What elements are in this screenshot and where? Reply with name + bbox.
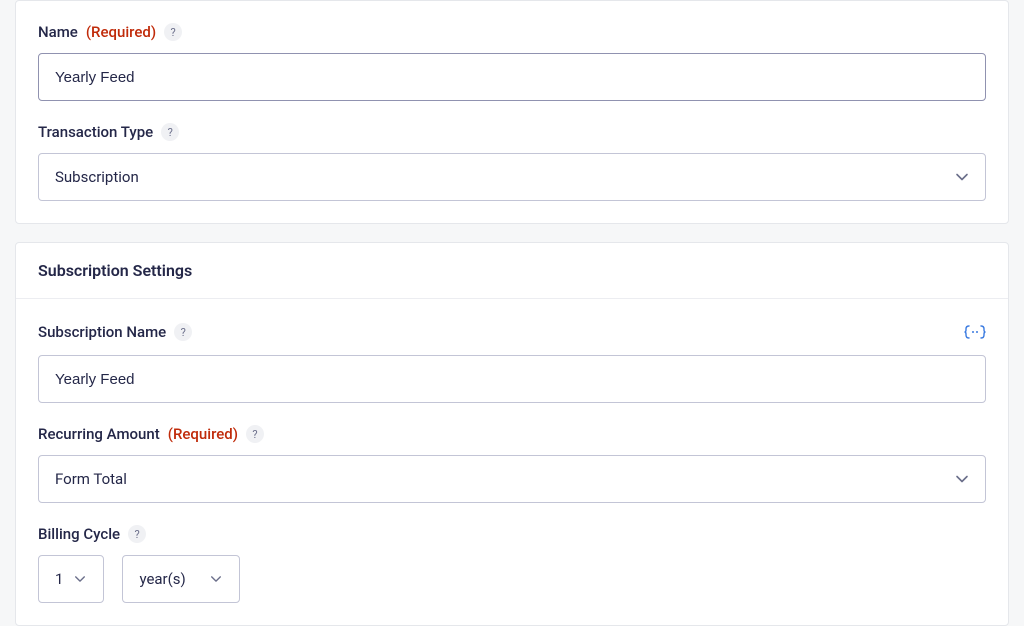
label-row: Name (Required) ? bbox=[38, 23, 986, 41]
help-icon[interactable]: ? bbox=[161, 123, 179, 141]
recurring-amount-label: Recurring Amount bbox=[38, 425, 160, 443]
billing-unit-select[interactable]: year(s) bbox=[122, 555, 240, 603]
chevron-down-icon bbox=[955, 472, 969, 486]
help-icon[interactable]: ? bbox=[128, 525, 146, 543]
recurring-amount-field: Recurring Amount (Required) ? Form Total bbox=[38, 425, 986, 503]
transaction-type-field: Transaction Type ? Subscription bbox=[38, 123, 986, 201]
billing-number-value: 1 bbox=[55, 570, 63, 588]
help-icon[interactable]: ? bbox=[174, 323, 192, 341]
label-left: Billing Cycle ? bbox=[38, 525, 146, 543]
billing-cycle-label: Billing Cycle bbox=[38, 525, 120, 543]
chevron-down-icon bbox=[955, 170, 969, 184]
label-row: Subscription Name ? bbox=[38, 321, 986, 343]
chevron-down-icon bbox=[209, 572, 223, 586]
subscription-name-label: Subscription Name bbox=[38, 323, 166, 341]
label-left: Recurring Amount (Required) ? bbox=[38, 425, 264, 443]
required-label: (Required) bbox=[86, 23, 156, 41]
label-row: Billing Cycle ? bbox=[38, 525, 986, 543]
subscription-settings-heading: Subscription Settings bbox=[38, 261, 192, 280]
chevron-down-icon bbox=[73, 572, 87, 586]
subscription-name-input[interactable] bbox=[38, 355, 986, 403]
label-left: Name (Required) ? bbox=[38, 23, 182, 41]
recurring-amount-select[interactable]: Form Total bbox=[38, 455, 986, 503]
transaction-type-select[interactable]: Subscription bbox=[38, 153, 986, 201]
merge-tags-icon[interactable] bbox=[964, 321, 986, 343]
billing-number-select[interactable]: 1 bbox=[38, 555, 104, 603]
label-left: Subscription Name ? bbox=[38, 323, 192, 341]
name-input[interactable] bbox=[38, 53, 986, 101]
transaction-type-value: Subscription bbox=[55, 168, 139, 186]
billing-unit-value: year(s) bbox=[139, 570, 185, 588]
label-row: Transaction Type ? bbox=[38, 123, 986, 141]
subscription-settings-card: Subscription Settings Subscription Name … bbox=[15, 242, 1009, 626]
card-body: Name (Required) ? Transaction Type ? Sub… bbox=[16, 1, 1008, 223]
feed-settings-card: Name (Required) ? Transaction Type ? Sub… bbox=[15, 0, 1009, 224]
recurring-amount-value: Form Total bbox=[55, 470, 127, 488]
required-label: (Required) bbox=[168, 425, 238, 443]
subscription-name-field: Subscription Name ? bbox=[38, 321, 986, 403]
label-left: Transaction Type ? bbox=[38, 123, 179, 141]
transaction-type-label: Transaction Type bbox=[38, 123, 153, 141]
billing-cycle-row: 1 year(s) bbox=[38, 555, 986, 603]
billing-cycle-field: Billing Cycle ? 1 year(s) bbox=[38, 525, 986, 603]
help-icon[interactable]: ? bbox=[164, 23, 182, 41]
card-header: Subscription Settings bbox=[16, 243, 1008, 299]
label-row: Recurring Amount (Required) ? bbox=[38, 425, 986, 443]
help-icon[interactable]: ? bbox=[246, 425, 264, 443]
card-body: Subscription Name ? Recurring Amo bbox=[16, 299, 1008, 625]
name-label: Name bbox=[38, 23, 78, 41]
name-field: Name (Required) ? bbox=[38, 23, 986, 101]
